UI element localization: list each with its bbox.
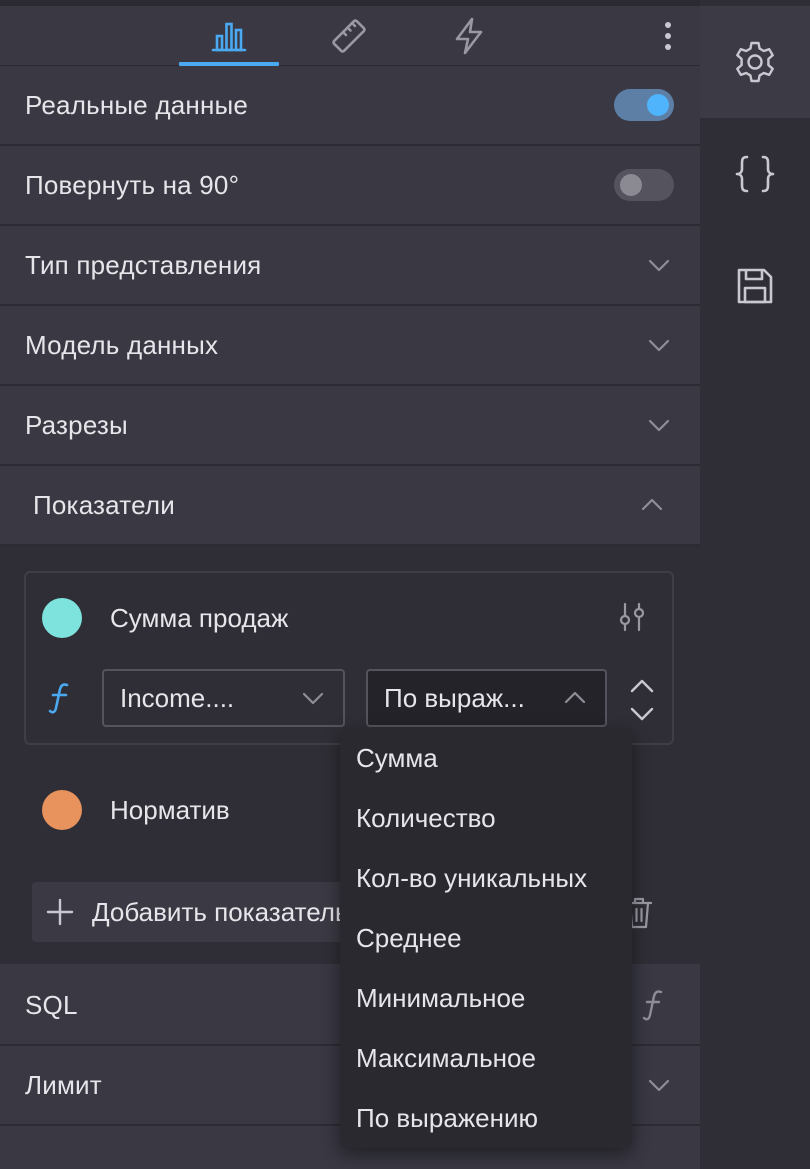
rotate-toggle[interactable] bbox=[614, 169, 674, 201]
real-data-row: Реальные данные bbox=[0, 66, 700, 146]
dropdown-option[interactable]: По выражению bbox=[356, 1103, 538, 1134]
add-metric-button[interactable]: Добавить показатель bbox=[32, 882, 362, 942]
tab-actions[interactable] bbox=[419, 6, 519, 66]
chevron-down-icon bbox=[648, 419, 670, 432]
section-view-type[interactable]: Тип представления bbox=[0, 226, 700, 306]
aggregation-select[interactable]: По выраж... bbox=[366, 669, 607, 727]
metric-color-swatch[interactable] bbox=[42, 598, 82, 638]
dropdown-option[interactable]: Максимальное bbox=[356, 1043, 536, 1074]
tab-format[interactable] bbox=[299, 6, 399, 66]
gear-icon bbox=[736, 41, 774, 83]
metric-color-swatch[interactable] bbox=[42, 790, 82, 830]
toggle-knob bbox=[647, 94, 669, 116]
chevron-up-icon bbox=[564, 691, 586, 704]
dropdown-option[interactable]: Среднее bbox=[356, 923, 462, 954]
dropdown-option[interactable]: Кол-во уникальных bbox=[356, 863, 587, 894]
function-icon[interactable] bbox=[46, 680, 74, 716]
aggregation-dropdown-menu: Сумма Количество Кол-во уникальных Средн… bbox=[340, 728, 632, 1148]
real-data-label: Реальные данные bbox=[25, 89, 249, 120]
section-view-type-label: Тип представления bbox=[25, 249, 262, 280]
chevron-down-icon bbox=[648, 339, 670, 352]
section-metrics[interactable]: Показатели bbox=[0, 466, 700, 546]
real-data-toggle[interactable] bbox=[614, 89, 674, 121]
section-data-model[interactable]: Модель данных bbox=[0, 306, 700, 386]
section-data-model-label: Модель данных bbox=[25, 329, 219, 360]
settings-sliders-icon[interactable] bbox=[616, 601, 648, 633]
chevron-up-icon bbox=[641, 498, 663, 511]
field-select-value: Income.... bbox=[120, 682, 235, 713]
dropdown-option[interactable]: Количество bbox=[356, 803, 496, 834]
plus-icon bbox=[46, 898, 74, 926]
section-sql-label: SQL bbox=[25, 989, 78, 1020]
lightning-icon bbox=[455, 17, 483, 55]
save-icon bbox=[737, 268, 773, 304]
metric-name: Норматив bbox=[110, 795, 230, 825]
chevron-down-icon bbox=[648, 1079, 670, 1092]
rail-save-button[interactable] bbox=[700, 230, 810, 342]
chevron-down-icon bbox=[648, 259, 670, 272]
ruler-icon bbox=[332, 19, 366, 53]
panel-tabbar bbox=[0, 6, 700, 66]
rotate-label: Повернуть на 90° bbox=[25, 169, 240, 200]
rail-json-button[interactable] bbox=[700, 118, 810, 230]
toggle-knob bbox=[620, 174, 642, 196]
dropdown-option[interactable]: Минимальное bbox=[356, 983, 525, 1014]
section-dimensions-label: Разрезы bbox=[25, 409, 128, 440]
rail-settings-button[interactable] bbox=[700, 6, 810, 118]
chevron-down-icon bbox=[302, 692, 324, 705]
more-menu-button[interactable] bbox=[648, 14, 688, 58]
braces-icon bbox=[735, 155, 775, 193]
section-dimensions[interactable]: Разрезы bbox=[0, 386, 700, 466]
dropdown-option[interactable]: Сумма bbox=[356, 743, 438, 774]
add-metric-label: Добавить показатель bbox=[92, 897, 349, 927]
field-select[interactable]: Income.... bbox=[102, 669, 345, 727]
rotate-row: Повернуть на 90° bbox=[0, 146, 700, 226]
aggregation-select-value: По выраж... bbox=[384, 682, 525, 713]
function-icon bbox=[642, 990, 663, 1021]
bar-chart-icon bbox=[211, 22, 247, 52]
section-metrics-label: Показатели bbox=[33, 489, 175, 520]
section-limit-label: Лимит bbox=[25, 1069, 102, 1100]
right-icon-rail bbox=[700, 0, 810, 1169]
metric-name: Сумма продаж bbox=[110, 603, 289, 633]
tab-chart[interactable] bbox=[179, 6, 279, 66]
kebab-icon bbox=[665, 22, 671, 50]
reorder-arrows-icon[interactable] bbox=[628, 676, 656, 724]
